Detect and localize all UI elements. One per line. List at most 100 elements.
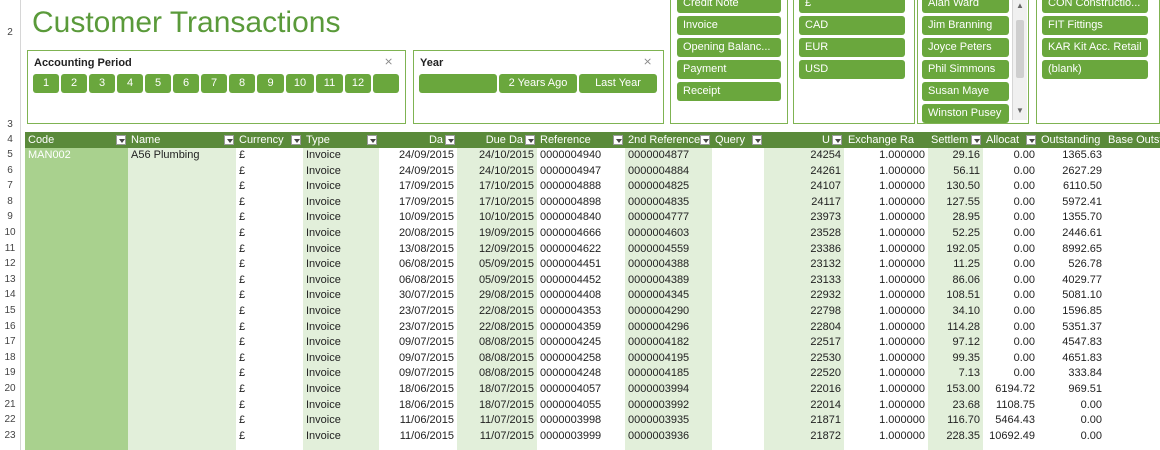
row-number: 15 xyxy=(4,305,16,316)
second-reference-cell: 0000003994 xyxy=(628,383,690,395)
filter-dropdown-icon[interactable] xyxy=(1026,135,1036,145)
filter-dropdown-icon[interactable] xyxy=(445,135,455,145)
reference-cell: 0000004353 xyxy=(540,305,602,317)
column-header[interactable]: Outstanding xyxy=(1038,132,1105,148)
date-cell: 10/09/2015 xyxy=(398,211,454,224)
outstanding-cell: 5972.41 xyxy=(1062,195,1102,208)
filter-dropdown-icon[interactable] xyxy=(291,135,301,145)
currency-item[interactable]: USD xyxy=(799,60,905,79)
accounting-period-item[interactable]: 12 xyxy=(345,74,371,93)
settlement-cell: 192.05 xyxy=(946,242,980,255)
outstanding-cell: 1596.85 xyxy=(1062,305,1102,317)
allocated-cell: 0.00 xyxy=(1013,180,1035,193)
row-number: 21 xyxy=(4,398,16,410)
type-item[interactable]: Invoice xyxy=(677,16,781,35)
slicer-title: Year xyxy=(420,57,444,69)
exchange-rate-cell: 1.000000 xyxy=(879,258,925,271)
u-cell: 22798 xyxy=(810,305,841,317)
type-cell: Invoice xyxy=(306,429,341,442)
accounting-period-item[interactable] xyxy=(373,74,399,93)
currency-cell: £ xyxy=(239,305,246,317)
accounting-period-item[interactable]: 8 xyxy=(229,74,255,93)
filter-dropdown-icon[interactable] xyxy=(224,135,234,145)
date-cell: 24/09/2015 xyxy=(398,149,454,161)
accounting-period-item[interactable]: 5 xyxy=(145,74,171,93)
filter-dropdown-icon[interactable] xyxy=(367,135,377,145)
clear-filter-icon[interactable]: ⨯ xyxy=(643,56,657,68)
year-item[interactable] xyxy=(419,74,497,93)
column-header[interactable]: Base Outst xyxy=(1105,132,1160,148)
customer-item[interactable]: CON Constructio... xyxy=(1042,0,1148,13)
page-title: Customer Transactions xyxy=(32,6,341,39)
accounting-period-item[interactable]: 7 xyxy=(201,74,227,93)
currency-item[interactable]: CAD xyxy=(799,16,905,35)
exchange-rate-cell: 1.000000 xyxy=(879,367,925,380)
accounting-period-item[interactable]: 1 xyxy=(33,74,59,93)
scroll-up-icon[interactable]: ▲ xyxy=(1013,0,1027,12)
u-cell: 21871 xyxy=(810,414,841,427)
scroll-down-icon[interactable]: ▼ xyxy=(1013,105,1027,117)
exchange-rate-cell: 1.000000 xyxy=(879,414,925,427)
outstanding-cell: 4651.83 xyxy=(1062,351,1102,364)
outstanding-cell: 333.84 xyxy=(1068,367,1102,380)
filter-dropdown-icon[interactable] xyxy=(971,135,981,145)
type-item[interactable]: Credit Note xyxy=(677,0,781,13)
type-cell: Invoice xyxy=(306,351,341,364)
second-reference-cell: 0000004296 xyxy=(628,320,690,333)
filter-dropdown-icon[interactable] xyxy=(832,135,842,145)
row-number: 23 xyxy=(4,429,16,441)
currency-cell: £ xyxy=(239,414,246,427)
slicer-scrollbar[interactable]: ▲ ▼ xyxy=(1012,0,1027,120)
year-item[interactable]: Last Year xyxy=(579,74,657,93)
column-header[interactable]: Name xyxy=(128,132,236,148)
person-item[interactable]: Jim Branning xyxy=(922,16,1009,35)
date-cell: 17/09/2015 xyxy=(398,195,454,208)
person-item[interactable]: Alan Ward xyxy=(922,0,1009,13)
year-item[interactable]: 2 Years Ago xyxy=(499,74,577,93)
accounting-period-item[interactable]: 4 xyxy=(117,74,143,93)
exchange-rate-cell: 1.000000 xyxy=(879,320,925,333)
type-item[interactable]: Receipt xyxy=(677,82,781,101)
column-header[interactable]: Code xyxy=(25,132,128,148)
filter-dropdown-icon[interactable] xyxy=(752,135,762,145)
accounting-period-item[interactable]: 3 xyxy=(89,74,115,93)
filter-dropdown-icon[interactable] xyxy=(613,135,623,145)
due-date-cell: 18/07/2015 xyxy=(478,398,534,411)
type-cell: Invoice xyxy=(306,383,341,395)
filter-dropdown-icon[interactable] xyxy=(700,135,710,145)
u-cell: 22530 xyxy=(810,351,841,364)
type-item[interactable]: Opening Balanc... xyxy=(677,38,781,57)
accounting-period-item[interactable]: 9 xyxy=(257,74,284,93)
type-item[interactable]: Payment xyxy=(677,60,781,79)
customer-item[interactable]: (blank) xyxy=(1042,60,1148,79)
accounting-period-item[interactable]: 6 xyxy=(173,74,199,93)
customer-item[interactable]: FIT Fittings xyxy=(1042,16,1148,35)
person-item[interactable]: Winston Pusey xyxy=(922,104,1009,123)
column-header[interactable]: 2nd Reference xyxy=(625,132,712,148)
outstanding-cell: 0.00 xyxy=(1080,429,1102,442)
type-cell: Invoice xyxy=(306,398,341,411)
scroll-thumb[interactable] xyxy=(1016,20,1024,78)
person-item[interactable]: Joyce Peters xyxy=(922,38,1009,57)
column-header[interactable]: Exchange Ra xyxy=(844,132,928,148)
clear-filter-icon[interactable]: ⨯ xyxy=(384,56,398,68)
filter-dropdown-icon[interactable] xyxy=(116,135,126,145)
reference-cell: 0000004940 xyxy=(540,149,602,161)
currency-item[interactable]: EUR xyxy=(799,38,905,57)
row-number: 13 xyxy=(4,273,16,285)
accounting-period-item[interactable]: 11 xyxy=(316,74,343,93)
accounting-period-item[interactable]: 10 xyxy=(286,74,314,93)
type-cell: Invoice xyxy=(306,336,341,349)
customer-item[interactable]: KAR Kit Acc. Retail xyxy=(1042,38,1148,57)
person-item[interactable]: Susan Maye xyxy=(922,82,1009,101)
currency-item[interactable]: £ xyxy=(799,0,905,13)
filter-dropdown-icon[interactable] xyxy=(525,135,535,145)
accounting-period-item[interactable]: 2 xyxy=(61,74,87,93)
reference-cell: 0000004947 xyxy=(540,164,602,177)
person-item[interactable]: Phil Simmons xyxy=(922,60,1009,79)
type-cell: Invoice xyxy=(306,273,341,286)
column-header[interactable]: Reference xyxy=(537,132,625,148)
currency-cell: £ xyxy=(239,242,246,255)
settlement-cell: 34.10 xyxy=(952,305,980,317)
date-cell: 13/08/2015 xyxy=(398,242,454,255)
